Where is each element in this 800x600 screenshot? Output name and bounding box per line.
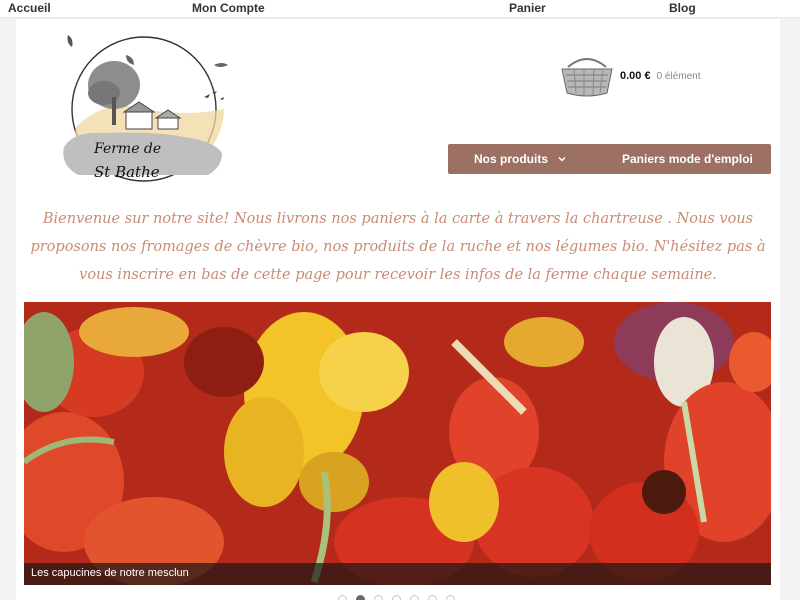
basket-icon <box>561 58 613 97</box>
slider-caption: Les capucines de notre mesclun <box>31 567 189 579</box>
chevron-down-icon <box>558 156 566 162</box>
slider-dot-1[interactable] <box>338 595 347 600</box>
slider-dot-7[interactable] <box>446 595 455 600</box>
slider-dot-4[interactable] <box>392 595 401 600</box>
nav-blog[interactable]: Blog <box>669 1 696 15</box>
svg-text:Ferme de: Ferme de <box>93 141 161 157</box>
cart-total: 0.00 € <box>620 70 651 82</box>
slider-pagination <box>338 595 455 600</box>
menu-paniers-mode-emploi[interactable]: Paniers mode d'emploi <box>622 152 753 166</box>
top-navigation: Accueil Mon Compte Panier Blog <box>0 0 800 18</box>
nav-accueil[interactable]: Accueil <box>8 1 51 15</box>
nav-panier[interactable]: Panier <box>509 1 546 15</box>
farm-logo[interactable]: Ferme de St Bathe <box>54 27 244 187</box>
welcome-message: Bienvenue sur notre site! Nous livrons n… <box>30 211 766 283</box>
slider-dot-6[interactable] <box>428 595 437 600</box>
menu-nos-produits-label: Nos produits <box>474 152 548 166</box>
image-slider[interactable]: Les capucines de notre mesclun <box>24 302 771 585</box>
nasturtium-photo <box>24 302 771 585</box>
slider-dot-2[interactable] <box>356 595 365 600</box>
slider-dot-3[interactable] <box>374 595 383 600</box>
page-content: Ferme de St Bathe 0.00 € 0 élément Nos p… <box>16 19 780 600</box>
cart-summary[interactable]: 0.00 € 0 élément <box>558 53 701 99</box>
svg-text:St Bathe: St Bathe <box>94 163 160 181</box>
cart-item-count: 0 élément <box>656 70 701 82</box>
slider-caption-bar: Les capucines de notre mesclun <box>24 563 771 585</box>
menu-paniers-label: Paniers mode d'emploi <box>622 152 753 166</box>
slider-dot-5[interactable] <box>410 595 419 600</box>
nav-mon-compte[interactable]: Mon Compte <box>192 1 265 15</box>
main-menu: Nos produits Paniers mode d'emploi <box>448 144 771 174</box>
menu-nos-produits[interactable]: Nos produits <box>474 152 566 166</box>
